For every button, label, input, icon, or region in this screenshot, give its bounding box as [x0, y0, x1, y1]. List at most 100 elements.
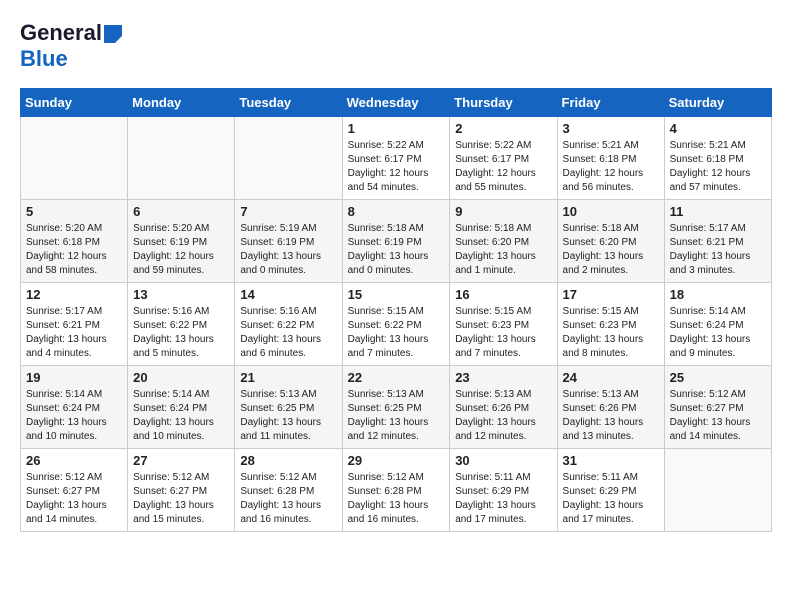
day-of-week-header: Saturday [664, 89, 771, 117]
day-info: Sunrise: 5:18 AM Sunset: 6:20 PM Dayligh… [455, 222, 551, 278]
calendar-day-cell: 9 Sunrise: 5:18 AM Sunset: 6:20 PM Daylig… [450, 200, 557, 283]
day-number: 27 [133, 453, 229, 468]
day-number: 14 [240, 287, 336, 302]
calendar-day-cell: 2Sunrise: 5:22 AM Sunset: 6:17 PM Daylig… [450, 117, 557, 200]
day-number: 18 [670, 287, 766, 302]
day-number: 3 [563, 121, 659, 136]
calendar-day-cell: 29 Sunrise: 5:12 AM Sunset: 6:28 PM Dayli… [342, 449, 450, 532]
calendar-day-cell: 23 Sunrise: 5:13 AM Sunset: 6:26 PM Dayli… [450, 366, 557, 449]
logo-blue-text: Blue [20, 46, 68, 72]
day-number: 11 [670, 204, 766, 219]
calendar-week-row: 12Sunrise: 5:17 AM Sunset: 6:21 PM Dayli… [21, 283, 772, 366]
calendar-day-cell: 26 Sunrise: 5:12 AM Sunset: 6:27 PM Dayli… [21, 449, 128, 532]
logo-icon [104, 25, 122, 43]
calendar-week-row: 19 Sunrise: 5:14 AM Sunset: 6:24 PM Dayli… [21, 366, 772, 449]
calendar-week-row: 1 Sunrise: 5:22 AM Sunset: 6:17 PM Daylig… [21, 117, 772, 200]
calendar-day-cell: 21Sunrise: 5:13 AM Sunset: 6:25 PM Dayli… [235, 366, 342, 449]
day-info: Sunrise: 5:13 AM Sunset: 6:25 PM Dayligh… [240, 388, 336, 444]
calendar-day-cell: 11 Sunrise: 5:17 AM Sunset: 6:21 PM Dayli… [664, 200, 771, 283]
day-of-week-header: Sunday [21, 89, 128, 117]
day-number: 5 [26, 204, 122, 219]
calendar-day-cell: 17Sunrise: 5:15 AM Sunset: 6:23 PM Dayli… [557, 283, 664, 366]
day-number: 19 [26, 370, 122, 385]
day-number: 26 [26, 453, 122, 468]
page-header: General Blue [20, 20, 772, 72]
day-info: Sunrise: 5:15 AM Sunset: 6:22 PM Dayligh… [348, 305, 445, 361]
calendar-week-row: 5 Sunrise: 5:20 AM Sunset: 6:18 PM Daylig… [21, 200, 772, 283]
day-info: Sunrise: 5:12 AM Sunset: 6:28 PM Dayligh… [348, 471, 445, 527]
day-info: Sunrise: 5:17 AM Sunset: 6:21 PM Dayligh… [26, 305, 122, 361]
calendar-day-cell: 7 Sunrise: 5:19 AM Sunset: 6:19 PM Daylig… [235, 200, 342, 283]
day-info: Sunrise: 5:13 AM Sunset: 6:25 PM Dayligh… [348, 388, 445, 444]
calendar-day-cell: 15 Sunrise: 5:15 AM Sunset: 6:22 PM Dayli… [342, 283, 450, 366]
day-info: Sunrise: 5:11 AM Sunset: 6:29 PM Dayligh… [455, 471, 551, 527]
day-number: 16 [455, 287, 551, 302]
day-info: Sunrise: 5:21 AM Sunset: 6:18 PM Dayligh… [670, 139, 766, 195]
calendar-day-cell: 30 Sunrise: 5:11 AM Sunset: 6:29 PM Dayli… [450, 449, 557, 532]
day-info: Sunrise: 5:12 AM Sunset: 6:27 PM Dayligh… [26, 471, 122, 527]
calendar-day-cell: 28Sunrise: 5:12 AM Sunset: 6:28 PM Dayli… [235, 449, 342, 532]
calendar-day-cell: 13Sunrise: 5:16 AM Sunset: 6:22 PM Dayli… [128, 283, 235, 366]
calendar-day-cell: 6 Sunrise: 5:20 AM Sunset: 6:19 PM Daylig… [128, 200, 235, 283]
day-info: Sunrise: 5:20 AM Sunset: 6:19 PM Dayligh… [133, 222, 229, 278]
day-number: 6 [133, 204, 229, 219]
day-info: Sunrise: 5:17 AM Sunset: 6:21 PM Dayligh… [670, 222, 766, 278]
day-info: Sunrise: 5:14 AM Sunset: 6:24 PM Dayligh… [26, 388, 122, 444]
day-number: 7 [240, 204, 336, 219]
calendar-day-cell: 16Sunrise: 5:15 AM Sunset: 6:23 PM Dayli… [450, 283, 557, 366]
day-info: Sunrise: 5:12 AM Sunset: 6:28 PM Dayligh… [240, 471, 336, 527]
day-number: 20 [133, 370, 229, 385]
calendar-day-cell: 8Sunrise: 5:18 AM Sunset: 6:19 PM Daylig… [342, 200, 450, 283]
day-info: Sunrise: 5:18 AM Sunset: 6:19 PM Dayligh… [348, 222, 445, 278]
logo-general-text: General [20, 20, 102, 46]
day-info: Sunrise: 5:12 AM Sunset: 6:27 PM Dayligh… [670, 388, 766, 444]
day-of-week-header: Tuesday [235, 89, 342, 117]
day-info: Sunrise: 5:13 AM Sunset: 6:26 PM Dayligh… [455, 388, 551, 444]
day-info: Sunrise: 5:19 AM Sunset: 6:19 PM Dayligh… [240, 222, 336, 278]
day-info: Sunrise: 5:22 AM Sunset: 6:17 PM Dayligh… [348, 139, 445, 195]
day-number: 29 [348, 453, 445, 468]
day-number: 22 [348, 370, 445, 385]
calendar-header-row: SundayMondayTuesdayWednesdayThursdayFrid… [21, 89, 772, 117]
calendar-day-cell: 19 Sunrise: 5:14 AM Sunset: 6:24 PM Dayli… [21, 366, 128, 449]
calendar-day-cell: 20 Sunrise: 5:14 AM Sunset: 6:24 PM Dayli… [128, 366, 235, 449]
day-number: 13 [133, 287, 229, 302]
day-number: 24 [563, 370, 659, 385]
day-number: 9 [455, 204, 551, 219]
day-number: 31 [563, 453, 659, 468]
calendar-week-row: 26 Sunrise: 5:12 AM Sunset: 6:27 PM Dayli… [21, 449, 772, 532]
calendar-day-cell: 10Sunrise: 5:18 AM Sunset: 6:20 PM Dayli… [557, 200, 664, 283]
day-info: Sunrise: 5:13 AM Sunset: 6:26 PM Dayligh… [563, 388, 659, 444]
day-info: Sunrise: 5:14 AM Sunset: 6:24 PM Dayligh… [670, 305, 766, 361]
day-number: 23 [455, 370, 551, 385]
calendar-day-cell [128, 117, 235, 200]
day-number: 4 [670, 121, 766, 136]
day-info: Sunrise: 5:16 AM Sunset: 6:22 PM Dayligh… [240, 305, 336, 361]
calendar-day-cell [664, 449, 771, 532]
day-number: 30 [455, 453, 551, 468]
calendar-day-cell: 25 Sunrise: 5:12 AM Sunset: 6:27 PM Dayli… [664, 366, 771, 449]
day-of-week-header: Friday [557, 89, 664, 117]
day-number: 25 [670, 370, 766, 385]
day-number: 1 [348, 121, 445, 136]
calendar-day-cell: 24 Sunrise: 5:13 AM Sunset: 6:26 PM Dayli… [557, 366, 664, 449]
calendar-day-cell: 31 Sunrise: 5:11 AM Sunset: 6:29 PM Dayli… [557, 449, 664, 532]
day-info: Sunrise: 5:11 AM Sunset: 6:29 PM Dayligh… [563, 471, 659, 527]
calendar-day-cell: 18 Sunrise: 5:14 AM Sunset: 6:24 PM Dayli… [664, 283, 771, 366]
day-info: Sunrise: 5:18 AM Sunset: 6:20 PM Dayligh… [563, 222, 659, 278]
day-info: Sunrise: 5:20 AM Sunset: 6:18 PM Dayligh… [26, 222, 122, 278]
calendar-day-cell: 4 Sunrise: 5:21 AM Sunset: 6:18 PM Daylig… [664, 117, 771, 200]
day-info: Sunrise: 5:15 AM Sunset: 6:23 PM Dayligh… [563, 305, 659, 361]
day-of-week-header: Monday [128, 89, 235, 117]
day-info: Sunrise: 5:14 AM Sunset: 6:24 PM Dayligh… [133, 388, 229, 444]
calendar-day-cell [235, 117, 342, 200]
day-number: 15 [348, 287, 445, 302]
calendar-day-cell: 5 Sunrise: 5:20 AM Sunset: 6:18 PM Daylig… [21, 200, 128, 283]
calendar-day-cell: 1 Sunrise: 5:22 AM Sunset: 6:17 PM Daylig… [342, 117, 450, 200]
day-of-week-header: Wednesday [342, 89, 450, 117]
calendar-day-cell: 3Sunrise: 5:21 AM Sunset: 6:18 PM Daylig… [557, 117, 664, 200]
calendar-table: SundayMondayTuesdayWednesdayThursdayFrid… [20, 88, 772, 532]
logo: General Blue [20, 20, 122, 72]
calendar-day-cell: 22 Sunrise: 5:13 AM Sunset: 6:25 PM Dayli… [342, 366, 450, 449]
calendar-day-cell: 14 Sunrise: 5:16 AM Sunset: 6:22 PM Dayli… [235, 283, 342, 366]
